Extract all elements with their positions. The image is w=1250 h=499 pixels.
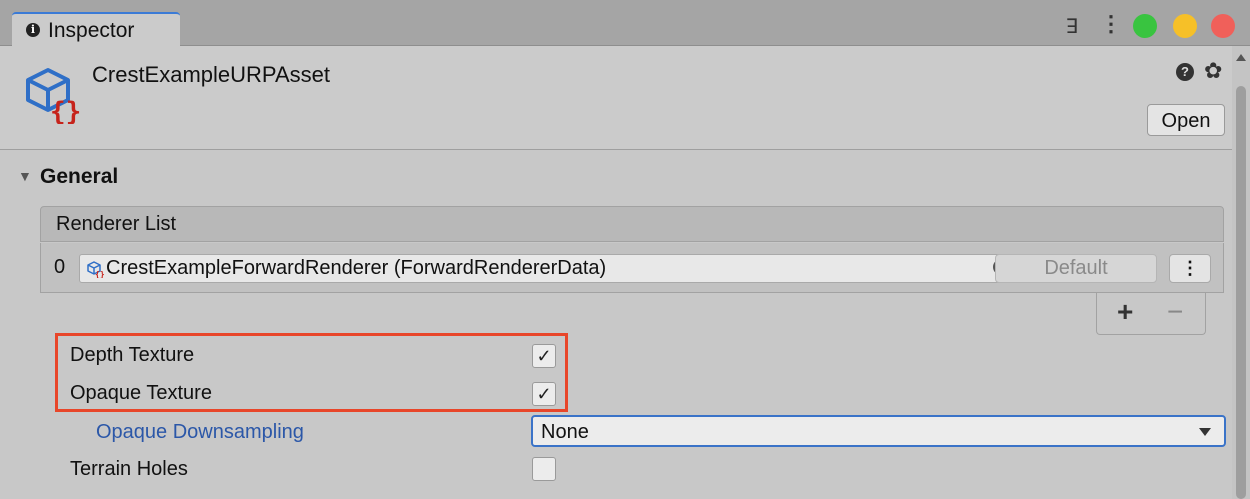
terrain-holes-checkbox[interactable]	[532, 457, 556, 481]
gear-icon[interactable]: ✿	[1204, 58, 1222, 84]
inspector-header: {} CrestExampleURPAsset ? ✿ Open	[0, 46, 1232, 150]
kebab-icon[interactable]: ⋮	[1100, 11, 1122, 37]
svg-text:{}: {}	[50, 97, 81, 124]
tab-inspector[interactable]: i Inspector	[12, 12, 180, 46]
window-close-button[interactable]	[1211, 14, 1235, 38]
highlight-annotation	[55, 333, 568, 412]
lock-icon[interactable]: ꓱ	[1066, 14, 1079, 39]
opaque-downsampling-label: Opaque Downsampling	[96, 421, 304, 443]
scroll-up-arrow-icon[interactable]	[1236, 54, 1246, 61]
foldout-arrow-icon: ▼	[18, 168, 32, 184]
row-menu-button[interactable]: ⋮	[1169, 254, 1211, 283]
help-icon[interactable]: ?	[1176, 63, 1194, 81]
window-minimize-button[interactable]	[1173, 14, 1197, 38]
renderer-list-title: Renderer List	[56, 213, 177, 235]
asset-title: CrestExampleURPAsset	[92, 62, 330, 87]
list-item-index: 0	[54, 256, 66, 278]
tab-bar: i Inspector ꓱ ⋮	[0, 0, 1250, 46]
renderer-list-header: Renderer List	[40, 206, 1224, 242]
renderer-data-icon: {}	[87, 261, 104, 278]
set-default-button[interactable]: Default	[995, 254, 1157, 283]
remove-renderer-button[interactable]: −	[1167, 296, 1183, 328]
renderer-object-field[interactable]: {} CrestExampleForwardRenderer (ForwardR…	[79, 254, 1023, 283]
section-title: General	[40, 165, 119, 188]
renderer-object-name: CrestExampleForwardRenderer (ForwardRend…	[106, 257, 607, 279]
info-icon: i	[26, 23, 40, 37]
terrain-holes-label: Terrain Holes	[70, 458, 188, 480]
list-item: 0 {} CrestExampleForwardRenderer (Forwar…	[40, 243, 1224, 293]
open-button[interactable]: Open	[1147, 104, 1225, 136]
add-renderer-button[interactable]: +	[1117, 296, 1133, 328]
scrollbar-thumb[interactable]	[1236, 86, 1246, 499]
chevron-down-icon	[1199, 428, 1211, 436]
tab-label: Inspector	[48, 19, 135, 42]
svg-text:{}: {}	[95, 270, 104, 278]
opaque-downsampling-dropdown[interactable]: None	[531, 415, 1226, 447]
window-maximize-button[interactable]	[1133, 14, 1157, 38]
list-footer: + −	[1096, 293, 1206, 335]
scriptable-object-icon: {}	[26, 68, 81, 124]
dropdown-value: None	[541, 421, 589, 443]
